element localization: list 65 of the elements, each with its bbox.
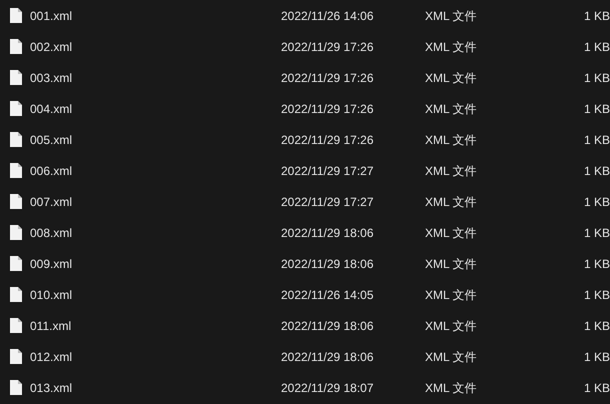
file-name: 004.xml [30, 100, 74, 118]
file-type: XML 文件 [425, 70, 478, 86]
modified-date: 2022/11/29 17:26 [281, 70, 375, 86]
file-name: 006.xml [30, 162, 74, 180]
file-type: XML 文件 [425, 8, 478, 24]
modified-date: 2022/11/29 17:27 [281, 194, 375, 210]
modified-date: 2022/11/29 18:06 [281, 224, 375, 242]
file-name: 008.xml [30, 224, 74, 242]
file-type: XML 文件 [425, 380, 478, 396]
file-name: 003.xml [30, 70, 74, 86]
file-name: 009.xml [30, 256, 74, 272]
modified-date: 2022/11/26 14:05 [281, 286, 375, 304]
file-name: 013.xml [30, 380, 74, 396]
file-type: XML 文件 [425, 100, 478, 118]
file-size: 1 KB [582, 132, 610, 148]
file-size: 1 KB [582, 256, 610, 272]
file-icon [10, 101, 22, 116]
file-type: XML 文件 [425, 162, 478, 180]
file-name: 012.xml [30, 348, 74, 366]
modified-date: 2022/11/29 17:26 [281, 132, 375, 148]
modified-date: 2022/11/29 18:07 [281, 380, 375, 396]
file-icon [10, 132, 22, 147]
modified-date: 2022/11/29 18:06 [281, 256, 375, 272]
file-size: 1 KB [582, 8, 610, 24]
file-icon [10, 349, 22, 364]
file-name: 001.xml [30, 8, 74, 24]
file-size: 1 KB [582, 380, 610, 396]
file-type: XML 文件 [425, 132, 478, 148]
file-icon [10, 256, 22, 271]
modified-date: 2022/11/29 17:27 [281, 162, 375, 180]
file-icon [10, 318, 22, 333]
modified-date: 2022/11/29 17:26 [281, 38, 375, 56]
file-type: XML 文件 [425, 38, 478, 56]
file-name: 002.xml [30, 38, 74, 56]
file-type: XML 文件 [425, 194, 478, 210]
modified-date: 2022/11/29 18:06 [281, 348, 375, 366]
file-size: 1 KB [582, 286, 610, 304]
file-icon [10, 163, 22, 178]
file-size: 1 KB [582, 224, 610, 242]
file-size: 1 KB [582, 348, 610, 366]
file-type: XML 文件 [425, 318, 478, 334]
file-icon [10, 39, 22, 54]
file-size: 1 KB [582, 38, 610, 56]
file-type: XML 文件 [425, 348, 478, 366]
file-size: 1 KB [582, 194, 610, 210]
file-icon [10, 380, 22, 395]
file-name: 005.xml [30, 132, 74, 148]
file-type: XML 文件 [425, 286, 478, 304]
modified-date: 2022/11/26 14:06 [281, 8, 375, 24]
file-size: 1 KB [582, 318, 610, 334]
file-size: 1 KB [582, 70, 610, 86]
modified-date: 2022/11/29 17:26 [281, 100, 375, 118]
file-icon [10, 8, 22, 23]
file-icon [10, 70, 22, 85]
modified-date: 2022/11/29 18:06 [281, 318, 375, 334]
file-type: XML 文件 [425, 256, 478, 272]
file-size: 1 KB [582, 162, 610, 180]
file-name: 010.xml [30, 286, 74, 304]
file-name: 007.xml [30, 194, 74, 210]
file-name: 011.xml [30, 318, 72, 334]
file-type: XML 文件 [425, 224, 478, 242]
file-icon [10, 225, 22, 240]
file-size: 1 KB [582, 100, 610, 118]
file-icon [10, 287, 22, 302]
file-icon [10, 194, 22, 209]
